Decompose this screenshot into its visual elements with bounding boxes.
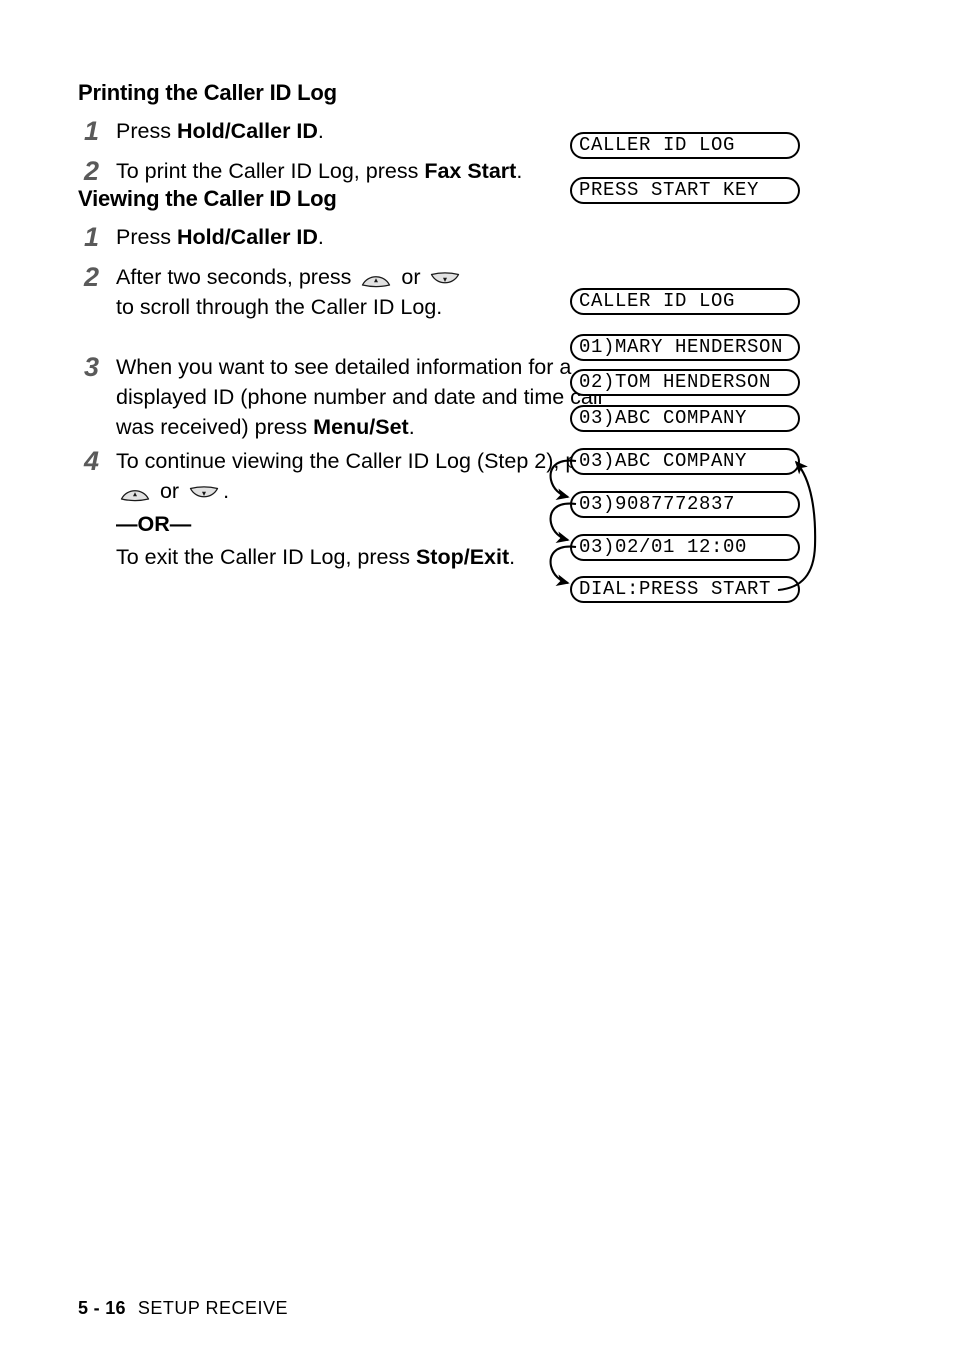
step-item: 3 When you want to see detailed informat…: [78, 352, 618, 442]
step-number: 3: [84, 352, 100, 382]
lcd-display: 03)ABC COMPANY: [570, 448, 800, 475]
step-text-pre: Press: [116, 119, 177, 143]
step-text-bold: Fax Start: [424, 159, 517, 183]
step-number: 2: [84, 156, 100, 186]
step-text: To print the Caller ID Log, press Fax St…: [116, 156, 618, 186]
step-text: Press Hold/Caller ID.: [116, 222, 618, 252]
down-arrow-key-icon: [187, 482, 221, 502]
step-item: 1 Press Hold/Caller ID.: [78, 222, 618, 252]
section-heading-viewing: Viewing the Caller ID Log: [78, 186, 337, 211]
step-item: 2 After two seconds, press or to scroll …: [78, 262, 618, 322]
step-number: 4: [84, 446, 100, 476]
lcd-display: CALLER ID LOG: [570, 288, 800, 315]
page-footer: 5 - 16 SETUP RECEIVE: [78, 1297, 288, 1319]
up-arrow-key-icon: [359, 268, 393, 288]
step-text-pre: After two seconds, press: [116, 265, 358, 289]
footer-section-name: SETUP RECEIVE: [137, 1298, 289, 1318]
step-text-pre: To continue viewing the Caller ID Log (S…: [116, 449, 618, 473]
or-separator-label: —OR—: [116, 512, 192, 536]
step-text-mid: or: [395, 265, 427, 289]
step-text-bold: Hold/Caller ID: [176, 225, 318, 249]
lcd-display: 03)02/01 12:00: [570, 534, 800, 561]
lcd-display: 01)MARY HENDERSON: [570, 334, 800, 361]
lcd-display: 02)TOM HENDERSON: [570, 369, 800, 396]
down-arrow-key-icon: [428, 268, 462, 288]
step-text: When you want to see detailed informatio…: [116, 352, 618, 442]
footer-page-number: 5 - 16: [78, 1298, 126, 1318]
lcd-display: PRESS START KEY: [570, 177, 800, 204]
lcd-display: DIAL:PRESS START: [570, 576, 800, 603]
steps-list-printing: 1 Press Hold/Caller ID. 2 To print the C…: [78, 116, 618, 186]
step-text-bold: Hold/Caller ID: [176, 119, 318, 143]
instructions-column: Printing the Caller ID Log 1 Press Hold/…: [78, 80, 618, 572]
step-text: To continue viewing the Caller ID Log (S…: [116, 446, 618, 572]
step-number: 1: [84, 222, 100, 252]
step-text-post: .: [223, 479, 230, 503]
step-alt-text: To exit the Caller ID Log, press Stop/Ex…: [116, 542, 618, 572]
step-text-post: .: [408, 415, 415, 439]
step-text-post: .: [317, 119, 324, 143]
step-text-post: .: [317, 225, 324, 249]
step-alt-bold: Stop/Exit: [415, 545, 510, 569]
lcd-display: 03)9087772837: [570, 491, 800, 518]
step-alt-post: .: [509, 545, 516, 569]
step-item: 4 To continue viewing the Caller ID Log …: [78, 446, 618, 572]
step-item: 2 To print the Caller ID Log, press Fax …: [78, 156, 618, 186]
step-text: After two seconds, press or to scroll th…: [116, 262, 618, 322]
step-number: 2: [84, 262, 100, 292]
step-text-bold: Menu/Set: [313, 415, 409, 439]
step-text-pre: To print the Caller ID Log, press: [116, 159, 425, 183]
step-text-mid: or: [154, 479, 186, 503]
lcd-display: 03)ABC COMPANY: [570, 405, 800, 432]
step-text-post: .: [516, 159, 523, 183]
flow-arrow-loop-back: [777, 460, 817, 592]
step-number: 1: [84, 116, 100, 146]
up-arrow-key-icon: [118, 482, 152, 502]
steps-list-viewing: 1 Press Hold/Caller ID. 2 After two seco…: [78, 222, 618, 572]
lcd-display: CALLER ID LOG: [570, 132, 800, 159]
step-text-pre: Press: [116, 225, 177, 249]
step-text-line2: to scroll through the Caller ID Log.: [116, 295, 443, 319]
step-text: Press Hold/Caller ID.: [116, 116, 618, 146]
step-alt-pre: To exit the Caller ID Log, press: [116, 545, 416, 569]
section-heading-printing: Printing the Caller ID Log: [78, 80, 337, 105]
manual-page: Printing the Caller ID Log 1 Press Hold/…: [0, 0, 954, 1352]
step-item: 1 Press Hold/Caller ID.: [78, 116, 618, 146]
